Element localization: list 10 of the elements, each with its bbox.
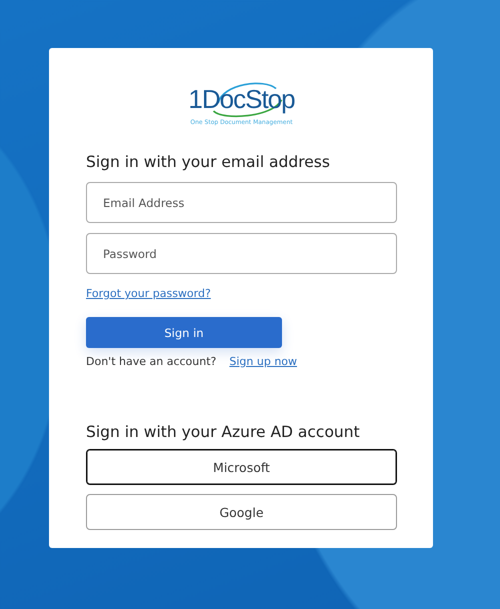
section-heading: Sign in with your email address: [86, 153, 331, 171]
provider-button[interactable]: Google: [86, 494, 397, 530]
sign-in-button[interactable]: Sign in: [86, 317, 282, 348]
section-heading: Sign in with your Azure AD account: [86, 423, 361, 441]
input-field[interactable]: Email Address: [86, 182, 397, 223]
forgot-password-link[interactable]: Forgot your password?: [86, 287, 211, 300]
signup-prompt: Don't have an account?: [86, 355, 216, 368]
sign-up-link[interactable]: Sign up now: [229, 355, 298, 368]
input-field[interactable]: Password: [86, 233, 397, 274]
provider-button[interactable]: Microsoft: [86, 449, 397, 485]
